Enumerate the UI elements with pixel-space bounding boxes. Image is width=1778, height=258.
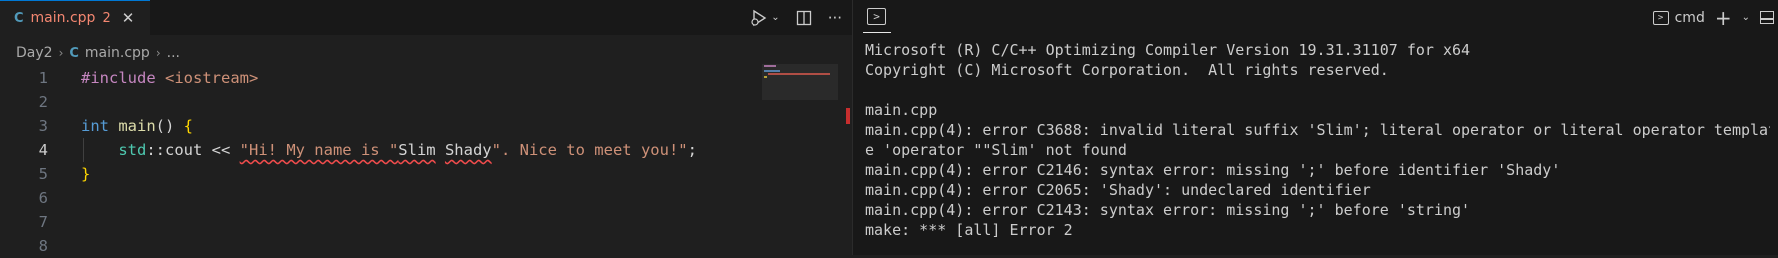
new-terminal-button[interactable]: + xyxy=(1715,6,1732,30)
chevron-down-icon[interactable]: ⌄ xyxy=(1742,12,1750,23)
cpp-file-icon: C xyxy=(14,10,24,26)
editor-actions: ⌄ ··· xyxy=(750,0,842,35)
code-token: int xyxy=(81,117,109,135)
line-number: 5 xyxy=(38,165,48,183)
terminal-output[interactable]: Microsoft (R) C/C++ Optimizing Compiler … xyxy=(865,40,1770,240)
breadcrumb-folder[interactable]: Day2 xyxy=(16,45,53,61)
line-number: 8 xyxy=(38,237,48,255)
editor-pane: C main.cpp 2 ✕ ⌄ ··· Day2 › C main.cpp › xyxy=(0,0,856,255)
terminal-icon[interactable]: > xyxy=(867,8,886,25)
terminal-line: Copyright (C) Microsoft Corporation. All… xyxy=(865,61,1389,79)
chevron-right-icon: › xyxy=(155,46,161,60)
code-text: #include <iostream> xyxy=(81,66,258,90)
panel-layout-icon[interactable] xyxy=(1760,11,1774,24)
line-number: 2 xyxy=(38,93,48,111)
terminal-line: make: *** [all] Error 2 xyxy=(865,221,1073,239)
terminal-header: > > cmd + ⌄ xyxy=(853,0,1778,35)
code-token: Slim xyxy=(398,141,436,159)
terminal-line: main.cpp(4): error C3688: invalid litera… xyxy=(865,121,1770,139)
close-icon[interactable]: ✕ xyxy=(122,9,135,27)
code-token: ". Nice to meet you!" xyxy=(491,141,688,159)
terminal-line: e 'operator ""Slim' not found xyxy=(865,141,1127,159)
terminal-line: main.cpp xyxy=(865,101,938,119)
line-number: 1 xyxy=(38,69,48,87)
code-token: ::cout << xyxy=(146,141,240,159)
tab-main-cpp[interactable]: C main.cpp 2 ✕ xyxy=(0,0,150,35)
code-editor[interactable]: 1 #include <iostream> 2 3 int main() {4 std:… xyxy=(0,66,760,258)
run-debug-icon xyxy=(751,9,767,26)
code-token: ; xyxy=(687,141,697,159)
code-token: std xyxy=(118,141,147,159)
code-line[interactable]: 7 xyxy=(0,210,760,234)
line-number: 3 xyxy=(38,117,48,135)
code-line[interactable]: 6 xyxy=(0,186,760,210)
terminal-actions: > cmd + ⌄ xyxy=(1652,0,1774,35)
chevron-right-icon: › xyxy=(58,46,64,60)
code-token: main xyxy=(118,117,156,135)
code-line[interactable]: 3 int main() { xyxy=(0,114,760,138)
code-line[interactable]: 5} xyxy=(0,162,760,186)
line-number: 4 xyxy=(38,141,48,159)
code-token: } xyxy=(81,165,91,183)
line-number: 7 xyxy=(38,213,48,231)
code-token: Shady xyxy=(444,141,492,159)
scrollbar-error-marker xyxy=(846,108,850,124)
terminal-line: main.cpp(4): error C2143: syntax error: … xyxy=(865,201,1471,219)
editor-tab-bar: C main.cpp 2 ✕ ⌄ ··· xyxy=(0,0,856,35)
code-text: int main() { xyxy=(81,114,193,138)
code-token: () xyxy=(155,117,184,135)
terminal-icon: > xyxy=(1652,10,1669,25)
terminal-line: Microsoft (R) C/C++ Optimizing Compiler … xyxy=(865,41,1471,59)
code-line[interactable]: 1 #include <iostream> xyxy=(0,66,760,90)
code-token: "Hi! My name is " xyxy=(239,141,399,159)
line-number: 6 xyxy=(38,189,48,207)
terminal-line: main.cpp(4): error C2065: 'Shady': undec… xyxy=(865,181,1371,199)
active-tab-indicator xyxy=(863,32,891,33)
breadcrumb-ellipsis[interactable]: ... xyxy=(167,45,180,61)
code-line[interactable]: 8 xyxy=(0,234,760,258)
terminal-line: main.cpp(4): error C2146: syntax error: … xyxy=(865,161,1561,179)
code-text: std::cout << "Hi! My name is "Slim Shady… xyxy=(81,138,697,162)
tab-filename: main.cpp xyxy=(30,10,96,26)
code-line[interactable]: 2 xyxy=(0,90,760,114)
terminal-shell-tab[interactable]: > cmd xyxy=(1652,9,1705,26)
split-editor-icon[interactable] xyxy=(796,10,812,26)
cpp-file-icon: C xyxy=(69,45,79,61)
minimap-slider[interactable] xyxy=(762,64,838,100)
code-text: } xyxy=(81,162,90,186)
tab-error-count: 2 xyxy=(102,10,111,26)
code-token: { xyxy=(183,117,194,135)
more-actions-icon[interactable]: ··· xyxy=(828,9,842,27)
chevron-down-icon[interactable]: ⌄ xyxy=(771,12,779,23)
run-debug-button[interactable]: ⌄ xyxy=(750,9,780,27)
terminal-pane: > > cmd + ⌄ Microsoft (R) C/C++ Optimizi… xyxy=(853,0,1778,255)
breadcrumb: Day2 › C main.cpp › ... xyxy=(16,43,180,63)
code-line[interactable]: 4 std::cout << "Hi! My name is "Slim Sha… xyxy=(0,138,760,162)
code-token: #include xyxy=(81,69,156,87)
shell-label: cmd xyxy=(1674,9,1705,26)
code-token: <iostream> xyxy=(165,69,259,87)
breadcrumb-file[interactable]: main.cpp xyxy=(85,45,150,61)
